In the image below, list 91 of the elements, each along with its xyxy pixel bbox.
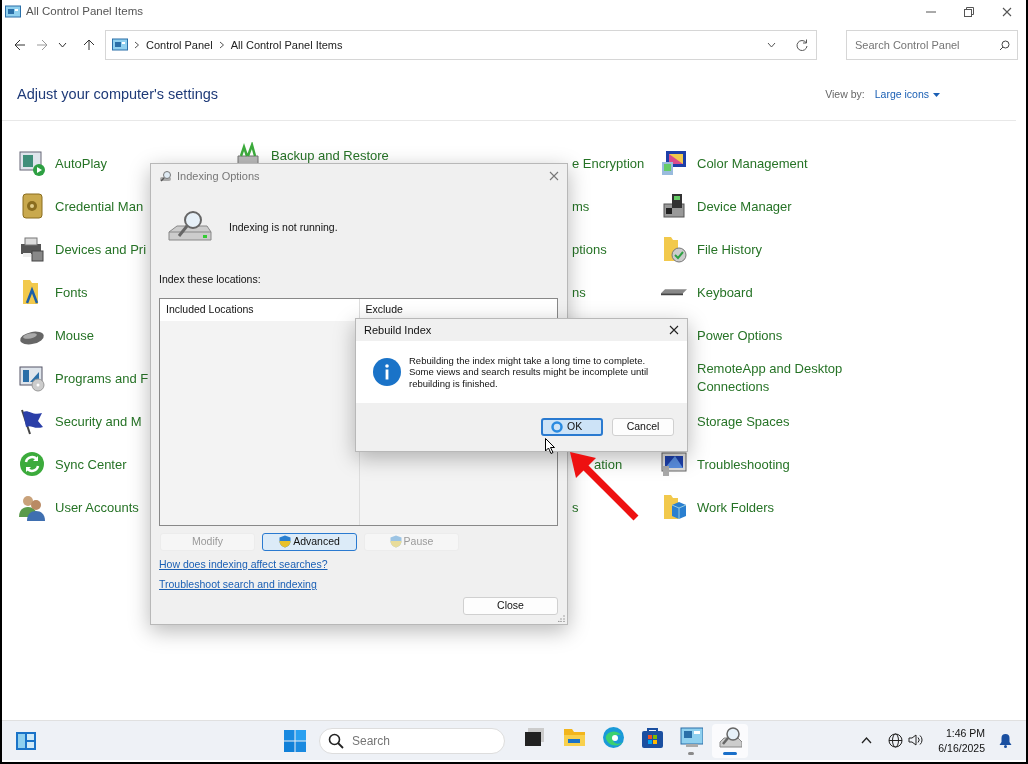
search-field[interactable]: Search Control Panel <box>846 30 1018 60</box>
close-button[interactable]: Close <box>463 597 558 615</box>
forward-button[interactable] <box>34 37 50 53</box>
dialog-title: Indexing Options <box>177 168 260 184</box>
info-icon <box>373 358 401 386</box>
page-heading: Adjust your computer's settings <box>17 85 219 104</box>
users-icon <box>18 493 46 522</box>
sync-icon <box>18 450 46 479</box>
control-panel-link[interactable]: Color Management <box>660 149 920 178</box>
keyboard-icon <box>660 288 688 296</box>
resize-grip-icon <box>558 615 565 622</box>
window-disc-icon <box>18 364 46 393</box>
close-icon <box>549 170 559 181</box>
refresh-icon <box>796 39 808 51</box>
arrow <box>570 452 639 521</box>
store-icon <box>640 726 664 749</box>
start-icon <box>284 729 306 752</box>
refresh-button[interactable] <box>794 37 810 53</box>
control-panel-link[interactable]: Mouse <box>18 321 234 350</box>
status-text: Indexing is not running. <box>229 219 338 235</box>
view-by-dropdown[interactable]: Large icons <box>874 87 940 103</box>
search-icon <box>999 39 1010 51</box>
globe-icon <box>888 733 904 748</box>
close-icon <box>1002 7 1012 17</box>
forward-icon <box>36 39 48 51</box>
browser-icon <box>601 726 625 749</box>
bell-icon <box>999 733 1012 748</box>
cursor-icon <box>545 437 555 454</box>
up-icon <box>83 39 95 51</box>
clock-button[interactable]: 1:46 PM 6/16/2025 <box>938 725 985 756</box>
chevron-icon <box>134 41 140 49</box>
help-link[interactable]: How does indexing affect searches? <box>159 556 328 573</box>
help-link[interactable]: Troubleshoot search and indexing <box>159 577 317 593</box>
folder-icon <box>562 726 586 749</box>
dialog-title: Rebuild Index <box>364 322 432 338</box>
control-panel-link[interactable]: Backup and Restore <box>234 141 447 170</box>
dropdown-button[interactable] <box>765 40 778 50</box>
magnifier-icon <box>159 169 172 182</box>
dialog-button[interactable]: Advanced <box>262 532 357 551</box>
view-by-label: View by: <box>825 87 865 102</box>
control-panel-link[interactable]: File History <box>660 235 920 264</box>
control-panel-link[interactable]: Keyboard <box>660 278 920 307</box>
control-panel-link[interactable]: Programs and F <box>18 364 234 393</box>
caret-icon <box>933 92 940 97</box>
message-text: Rebuilding the index might take a long time to complete. Some views and search results might be incomplete until rebuilding is finished. <box>409 354 649 390</box>
widgets-icon <box>15 730 37 751</box>
recent-button[interactable] <box>56 40 69 50</box>
speaker-icon <box>908 733 925 747</box>
back-button[interactable] <box>12 37 28 53</box>
search-field[interactable]: Search <box>319 727 505 754</box>
monitor-icon <box>660 149 688 178</box>
media-window-icon <box>18 149 46 178</box>
section-label: Index these locations: <box>158 271 261 287</box>
window-title: All Control Panel Items <box>26 4 143 20</box>
control-panel-link[interactable]: Device Manager <box>660 192 920 221</box>
monitor-icon <box>660 450 688 479</box>
control-panel-link[interactable]: Sync Center <box>18 450 234 479</box>
chevron-up-icon <box>861 737 873 744</box>
search-icon <box>328 732 344 749</box>
ring-icon <box>551 421 563 433</box>
control-panel-icon <box>679 726 703 749</box>
flag-icon <box>18 407 46 436</box>
chevron-icon <box>218 41 225 49</box>
shield-icon <box>389 535 402 548</box>
computer-icon <box>660 192 688 221</box>
magnifier-icon <box>718 726 742 749</box>
address-bar[interactable]: Control Panel All Control Panel Items <box>105 30 817 60</box>
breadcrumb[interactable]: All Control Panel Items <box>230 36 343 54</box>
notifications-button[interactable] <box>997 731 1014 750</box>
control-panel-link[interactable]: Troubleshooting <box>660 450 920 479</box>
breadcrumb[interactable]: Control Panel <box>146 36 213 54</box>
printer-icon <box>18 235 46 264</box>
restore-icon <box>964 7 974 17</box>
control-panel-link[interactable]: User Accounts <box>18 493 234 522</box>
control-panel-icon <box>5 5 21 19</box>
dialog-button[interactable]: Cancel <box>612 418 674 436</box>
control-panel-link[interactable]: Security and M <box>18 407 234 436</box>
task-view-icon <box>523 726 547 749</box>
back-icon <box>14 39 26 51</box>
control-panel-link[interactable]: Credential Man <box>18 192 234 221</box>
up-button[interactable] <box>81 37 97 53</box>
column-header[interactable]: Included Locations <box>160 299 359 322</box>
control-panel-link[interactable]: Devices and Pri <box>18 235 234 264</box>
control-panel-icon <box>112 38 128 52</box>
shield-icon <box>279 535 292 548</box>
caret-icon <box>58 42 67 48</box>
caret-icon <box>767 42 776 48</box>
close-icon <box>669 325 679 335</box>
control-panel-link[interactable]: Work Folders <box>660 493 920 522</box>
dialog-button[interactable]: OK <box>541 418 603 436</box>
close-button[interactable] <box>669 325 679 335</box>
